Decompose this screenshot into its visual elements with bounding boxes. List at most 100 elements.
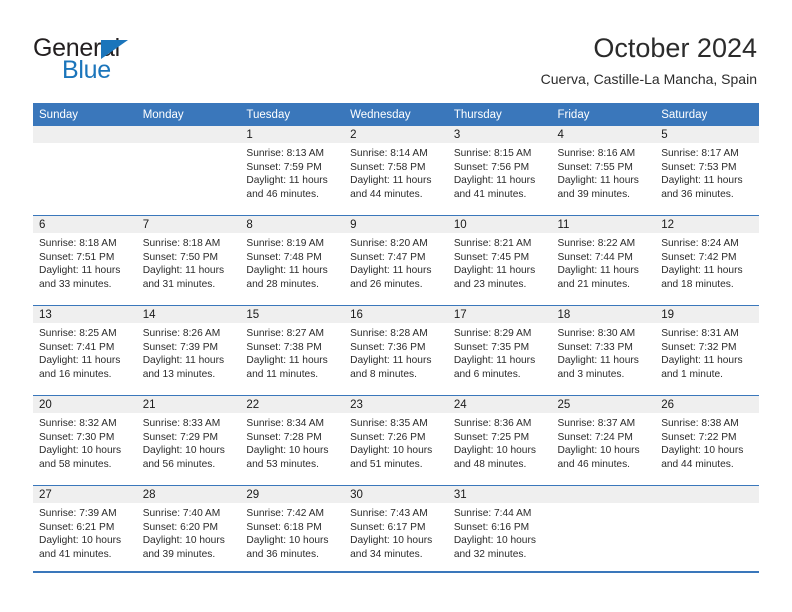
daylight-text: Daylight: 10 hours and 44 minutes.	[661, 445, 744, 470]
calendar-day-cell: 26 Sunrise: 8:38 AM Sunset: 7:22 PM Dayligh…	[655, 395, 759, 486]
calendar-day[interactable]: 20 Sunrise: 8:32 AM Sunset: 7:30 PM Dayligh…	[33, 396, 137, 485]
calendar-week-row: 13 Sunrise: 8:25 AM Sunset: 7:41 PM Dayligh…	[33, 305, 759, 396]
calendar-day-cell: 9 Sunrise: 8:20 AM Sunset: 7:47 PM Daylight…	[344, 215, 448, 306]
daylight-text: Daylight: 11 hours and 1 minute.	[661, 355, 743, 380]
calendar-day[interactable]: 18 Sunrise: 8:30 AM Sunset: 7:33 PM Dayligh…	[551, 306, 656, 395]
calendar-day[interactable]: 1 Sunrise: 8:13 AM Sunset: 7:59 PM Daylight…	[240, 126, 345, 215]
calendar-day[interactable]: 9 Sunrise: 8:20 AM Sunset: 7:47 PM Daylight…	[344, 216, 448, 305]
sunset-text: Sunset: 7:50 PM	[142, 251, 219, 263]
sunrise-text: Sunrise: 8:24 AM	[661, 238, 739, 249]
page-header: General Blue October 2024 Cuerva, Castil…	[0, 0, 792, 103]
daylight-text: Daylight: 11 hours and 46 minutes.	[246, 175, 328, 200]
day-number: 25	[551, 396, 656, 413]
calendar-day[interactable]: 14 Sunrise: 8:26 AM Sunset: 7:39 PM Dayligh…	[136, 306, 241, 395]
daylight-text: Daylight: 11 hours and 41 minutes.	[453, 175, 536, 200]
calendar-day-cell: 3 Sunrise: 8:15 AM Sunset: 7:56 PM Daylight…	[447, 126, 552, 216]
sunrise-text: Sunrise: 8:18 AM	[39, 238, 117, 249]
day-details: Sunrise: 8:38 AM Sunset: 7:22 PM Daylight:…	[655, 413, 759, 471]
sunset-text: Sunset: 6:18 PM	[246, 521, 322, 533]
day-details: Sunrise: 8:32 AM Sunset: 7:30 PM Daylight:…	[33, 413, 137, 471]
calendar-body: 1 Sunrise: 8:13 AM Sunset: 7:59 PM Daylight…	[33, 126, 759, 575]
day-details: Sunrise: 8:14 AM Sunset: 7:58 PM Daylight:…	[344, 143, 448, 201]
day-details: Sunrise: 8:29 AM Sunset: 7:35 PM Daylight:…	[448, 323, 552, 381]
calendar-page: General Blue October 2024 Cuerva, Castil…	[0, 0, 792, 612]
sunset-text: Sunset: 6:20 PM	[142, 521, 219, 533]
daylight-text: Daylight: 11 hours and 33 minutes.	[39, 265, 121, 290]
calendar-day[interactable]: 26 Sunrise: 8:38 AM Sunset: 7:22 PM Dayligh…	[655, 396, 759, 485]
day-details: Sunrise: 7:44 AM Sunset: 6:16 PM Daylight:…	[448, 503, 552, 561]
calendar-day[interactable]: 22 Sunrise: 8:34 AM Sunset: 7:28 PM Dayligh…	[240, 396, 345, 485]
calendar-day[interactable]: 23 Sunrise: 8:35 AM Sunset: 7:26 PM Dayligh…	[344, 396, 448, 485]
weekday-header-thursday: Thursday	[447, 103, 552, 126]
generalblue-logo[interactable]: General Blue	[33, 36, 213, 84]
calendar-day-cell: 21 Sunrise: 8:33 AM Sunset: 7:29 PM Dayligh…	[136, 395, 241, 486]
weekday-header-wednesday: Wednesday	[344, 103, 448, 126]
day-details: Sunrise: 7:40 AM Sunset: 6:20 PM Daylight:…	[137, 503, 241, 561]
day-details: Sunrise: 8:36 AM Sunset: 7:25 PM Daylight:…	[448, 413, 552, 471]
calendar-day[interactable]: 27 Sunrise: 7:39 AM Sunset: 6:21 PM Dayligh…	[33, 486, 137, 575]
sunset-text: Sunset: 7:45 PM	[453, 251, 530, 263]
sunset-text: Sunset: 6:17 PM	[350, 521, 426, 533]
sunrise-text: Sunrise: 8:26 AM	[142, 328, 221, 339]
day-details: Sunrise: 8:18 AM Sunset: 7:51 PM Daylight:…	[33, 233, 137, 291]
sunrise-text: Sunrise: 8:21 AM	[453, 238, 532, 249]
day-number	[655, 486, 759, 503]
calendar-day[interactable]: 17 Sunrise: 8:29 AM Sunset: 7:35 PM Dayligh…	[447, 306, 552, 395]
day-details: Sunrise: 8:26 AM Sunset: 7:39 PM Daylight:…	[137, 323, 241, 381]
day-details: Sunrise: 8:37 AM Sunset: 7:24 PM Daylight:…	[552, 413, 656, 471]
weekday-header-monday: Monday	[136, 103, 241, 126]
sunset-text: Sunset: 7:26 PM	[350, 431, 426, 443]
calendar-day[interactable]: 7 Sunrise: 8:18 AM Sunset: 7:50 PM Daylight…	[136, 216, 241, 305]
day-number: 6	[33, 216, 137, 233]
daylight-text: Daylight: 10 hours and 51 minutes.	[350, 445, 433, 470]
calendar-day[interactable]: 6 Sunrise: 8:18 AM Sunset: 7:51 PM Daylight…	[33, 216, 137, 305]
calendar-day-cell: 5 Sunrise: 8:17 AM Sunset: 7:53 PM Daylight…	[655, 126, 759, 216]
calendar-day-cell: 7 Sunrise: 8:18 AM Sunset: 7:50 PM Daylight…	[136, 215, 241, 306]
calendar-day[interactable]: 12 Sunrise: 8:24 AM Sunset: 7:42 PM Dayligh…	[655, 216, 759, 305]
sunrise-text: Sunrise: 8:18 AM	[142, 238, 221, 249]
daylight-text: Daylight: 11 hours and 16 minutes.	[39, 355, 121, 380]
calendar-day[interactable]: 15 Sunrise: 8:27 AM Sunset: 7:38 PM Dayligh…	[240, 306, 345, 395]
sunset-text: Sunset: 7:22 PM	[661, 431, 737, 443]
day-number: 13	[33, 306, 137, 323]
calendar-day[interactable]: 8 Sunrise: 8:19 AM Sunset: 7:48 PM Daylight…	[240, 216, 345, 305]
calendar-day[interactable]: 30 Sunrise: 7:43 AM Sunset: 6:17 PM Dayligh…	[344, 486, 448, 575]
day-details: Sunrise: 8:21 AM Sunset: 7:45 PM Daylight:…	[448, 233, 552, 291]
day-number: 20	[33, 396, 137, 413]
calendar-day-cell: 15 Sunrise: 8:27 AM Sunset: 7:38 PM Dayligh…	[240, 305, 345, 396]
calendar-day-cell: 8 Sunrise: 8:19 AM Sunset: 7:48 PM Daylight…	[240, 215, 345, 306]
day-number: 18	[551, 306, 656, 323]
sunrise-text: Sunrise: 7:40 AM	[142, 508, 221, 519]
calendar-day[interactable]: 19 Sunrise: 8:31 AM Sunset: 7:32 PM Dayligh…	[655, 306, 759, 395]
sunrise-text: Sunrise: 8:14 AM	[350, 148, 428, 159]
sunrise-text: Sunrise: 8:17 AM	[661, 148, 739, 159]
day-number: 24	[447, 396, 552, 413]
calendar-day[interactable]: 10 Sunrise: 8:21 AM Sunset: 7:45 PM Dayligh…	[447, 216, 552, 305]
calendar-day[interactable]: 29 Sunrise: 7:42 AM Sunset: 6:18 PM Dayligh…	[240, 486, 345, 575]
calendar-day[interactable]: 25 Sunrise: 8:37 AM Sunset: 7:24 PM Dayligh…	[551, 396, 656, 485]
calendar-day[interactable]: 11 Sunrise: 8:22 AM Sunset: 7:44 PM Dayligh…	[551, 216, 656, 305]
calendar-day[interactable]: 3 Sunrise: 8:15 AM Sunset: 7:56 PM Daylight…	[447, 126, 552, 215]
calendar-day[interactable]: 5 Sunrise: 8:17 AM Sunset: 7:53 PM Daylight…	[655, 126, 759, 215]
sunrise-text: Sunrise: 8:13 AM	[246, 148, 324, 159]
calendar-day-cell: 11 Sunrise: 8:22 AM Sunset: 7:44 PM Dayligh…	[551, 215, 656, 306]
calendar-day[interactable]: 28 Sunrise: 7:40 AM Sunset: 6:20 PM Dayligh…	[136, 486, 241, 575]
daylight-text: Daylight: 10 hours and 56 minutes.	[142, 445, 225, 470]
calendar-day-cell: 23 Sunrise: 8:35 AM Sunset: 7:26 PM Dayligh…	[344, 395, 448, 486]
daylight-text: Daylight: 10 hours and 53 minutes.	[246, 445, 329, 470]
calendar-day-cell: 31 Sunrise: 7:44 AM Sunset: 6:16 PM Dayligh…	[447, 485, 552, 575]
daylight-text: Daylight: 11 hours and 26 minutes.	[350, 265, 432, 290]
calendar-day[interactable]: 16 Sunrise: 8:28 AM Sunset: 7:36 PM Dayligh…	[344, 306, 448, 395]
daylight-text: Daylight: 10 hours and 41 minutes.	[39, 535, 122, 560]
day-details: Sunrise: 8:15 AM Sunset: 7:56 PM Daylight:…	[448, 143, 552, 201]
calendar-day[interactable]: 4 Sunrise: 8:16 AM Sunset: 7:55 PM Daylight…	[551, 126, 656, 215]
calendar-day[interactable]: 24 Sunrise: 8:36 AM Sunset: 7:25 PM Dayligh…	[447, 396, 552, 485]
calendar-day[interactable]: 31 Sunrise: 7:44 AM Sunset: 6:16 PM Dayligh…	[447, 486, 552, 575]
calendar-day[interactable]: 21 Sunrise: 8:33 AM Sunset: 7:29 PM Dayligh…	[136, 396, 241, 485]
day-details: Sunrise: 8:20 AM Sunset: 7:47 PM Daylight:…	[344, 233, 448, 291]
daylight-text: Daylight: 11 hours and 3 minutes.	[557, 355, 639, 380]
calendar-day[interactable]: 13 Sunrise: 8:25 AM Sunset: 7:41 PM Dayligh…	[33, 306, 137, 395]
calendar-day[interactable]: 2 Sunrise: 8:14 AM Sunset: 7:58 PM Daylight…	[344, 126, 448, 215]
sunset-text: Sunset: 7:25 PM	[453, 431, 530, 443]
sunset-text: Sunset: 7:56 PM	[453, 161, 530, 173]
